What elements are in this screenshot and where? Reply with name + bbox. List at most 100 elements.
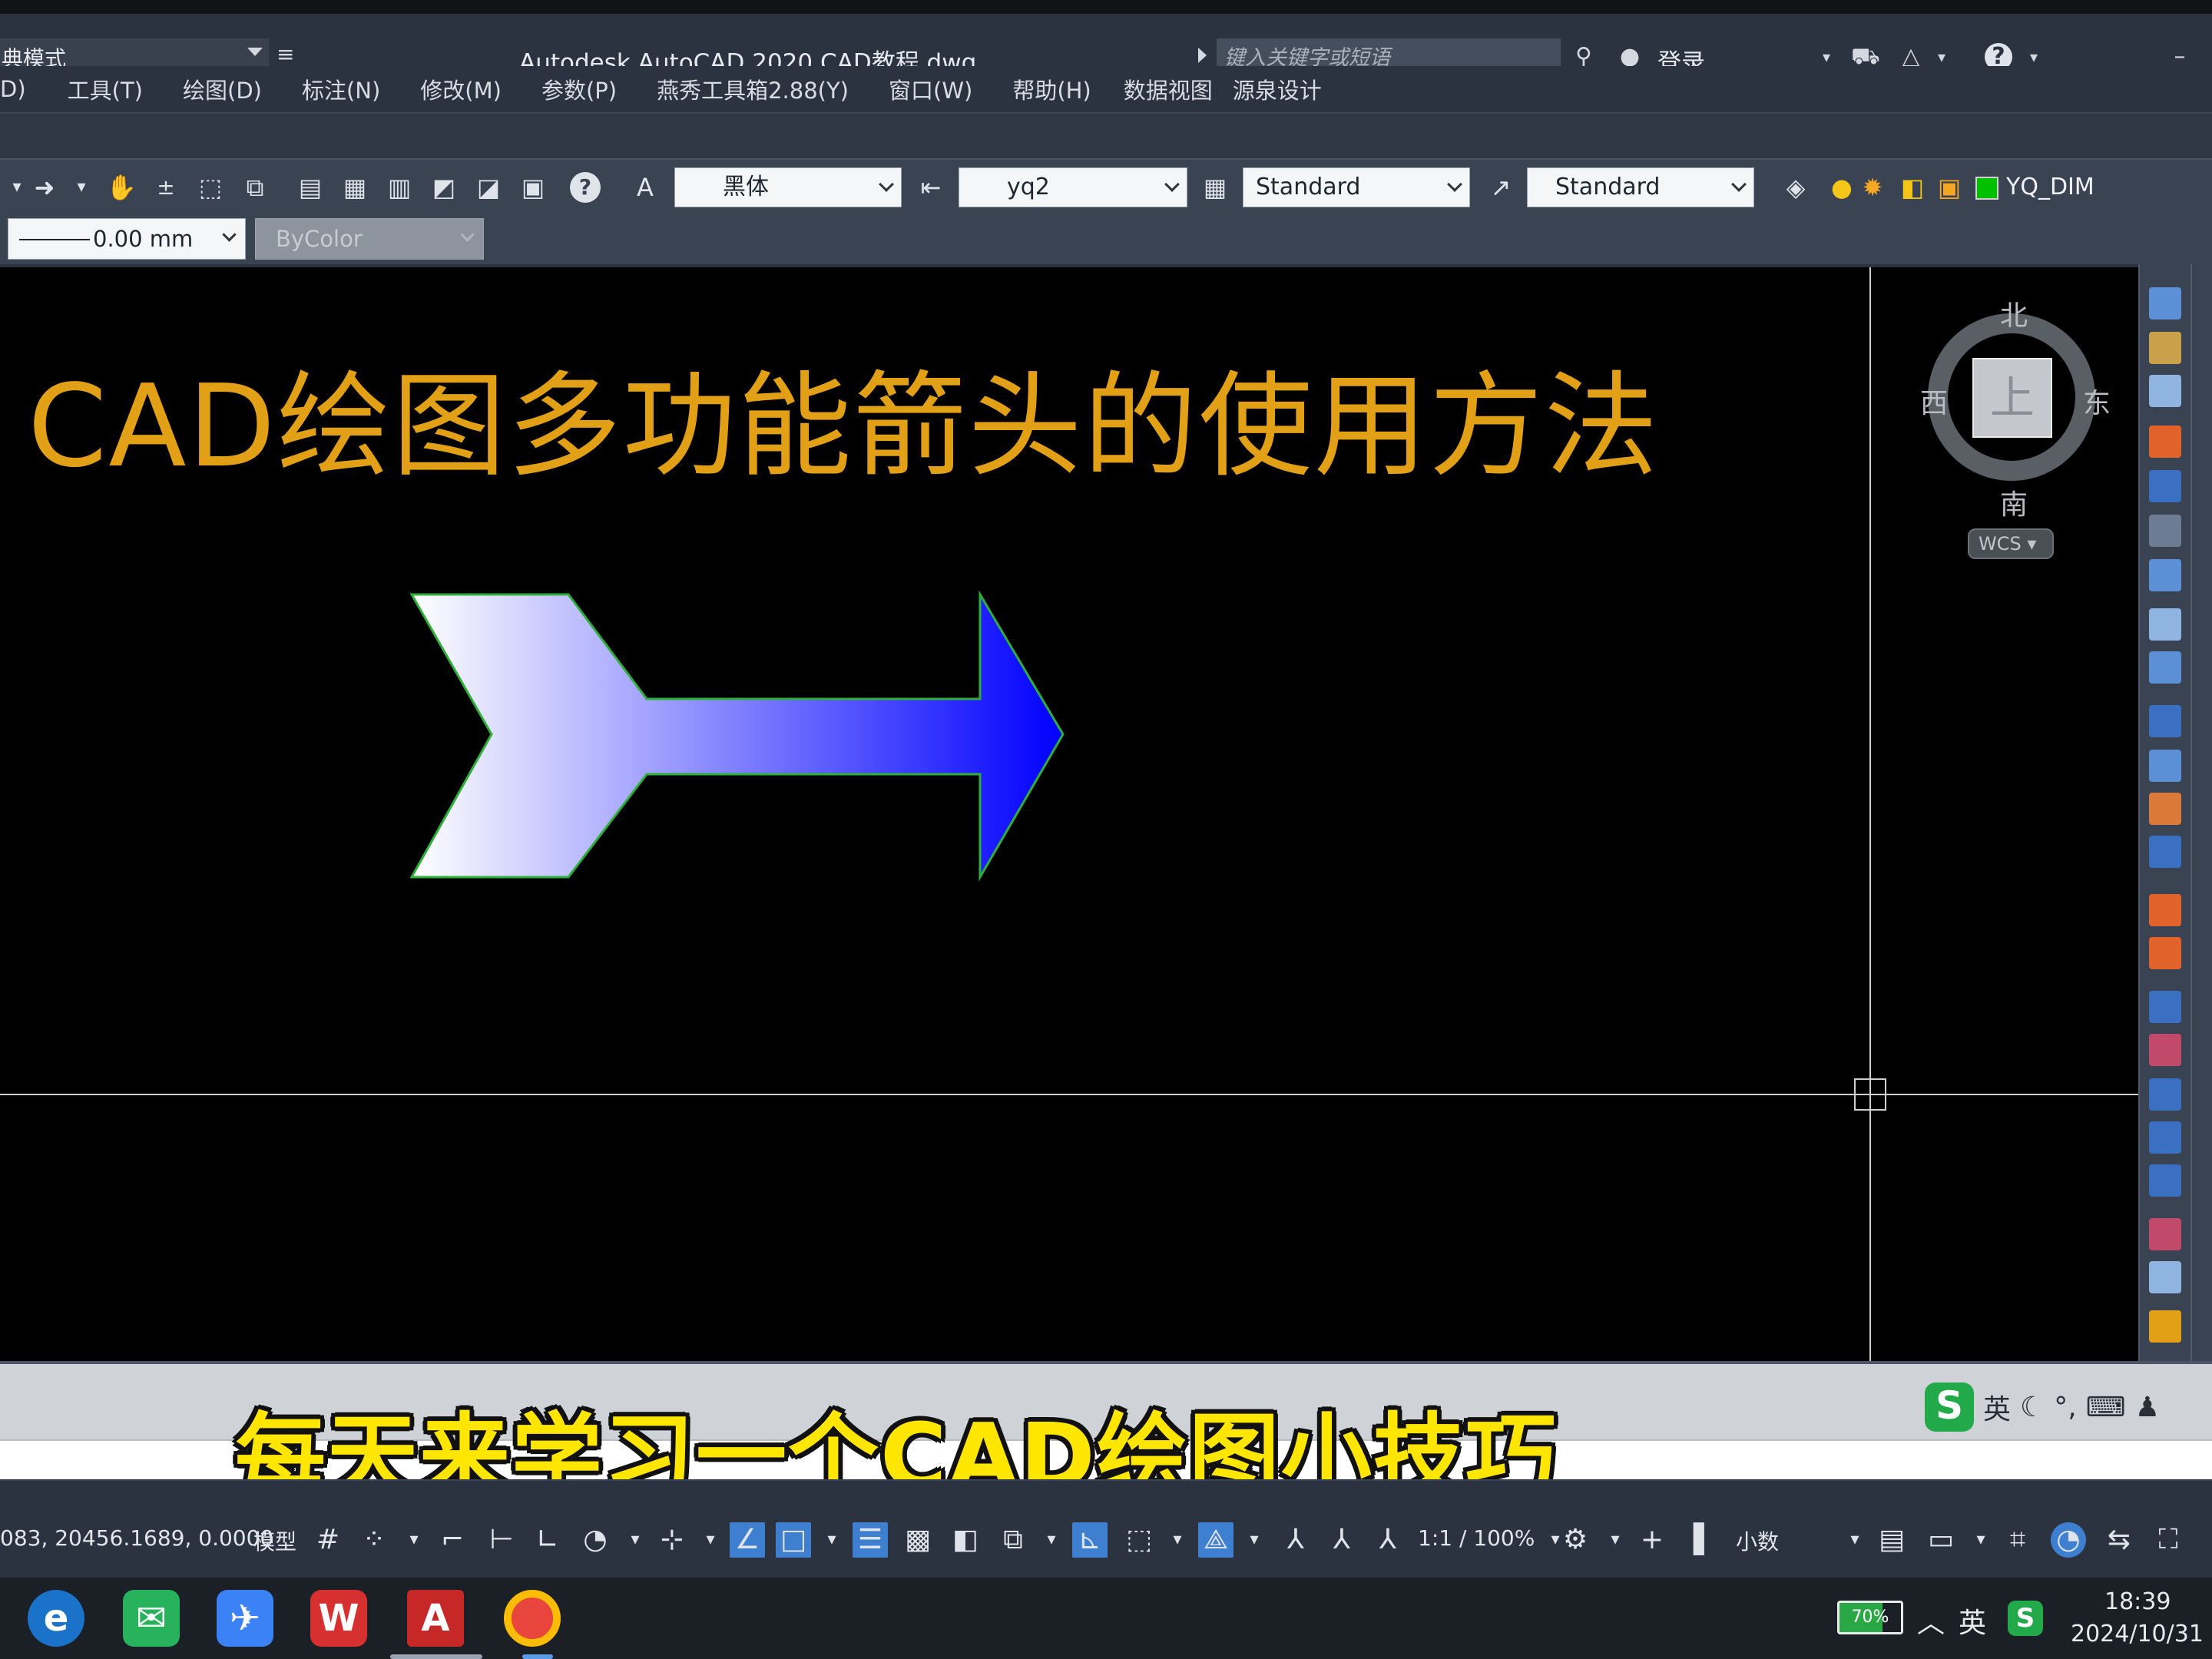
ime-toolbar[interactable]: S 英 ☾ °, ⌨ ♟ (1925, 1382, 2160, 1432)
line-tool-icon[interactable] (2149, 991, 2181, 1023)
lock-icon[interactable]: ▣ (1932, 171, 1966, 204)
chevron-down-icon[interactable]: ▾ (1237, 1522, 1272, 1558)
calculator-icon[interactable]: ▣ (516, 171, 550, 204)
plot-style-select[interactable]: ByColor (255, 218, 484, 260)
stretch-icon[interactable] (2149, 1218, 2181, 1250)
grid-tool-icon[interactable] (2149, 836, 2181, 868)
menu-item-window[interactable]: 窗口(W) (889, 73, 972, 105)
sogou-ime-logo[interactable]: S (1925, 1382, 1974, 1432)
ime-language-toggle[interactable]: 英 (1983, 1387, 2011, 1427)
chevron-down-icon[interactable]: ▾ (693, 1522, 728, 1558)
quick-access-customize-icon[interactable]: ≡ (276, 41, 294, 67)
keyboard-icon[interactable]: ⌨ (2086, 1392, 2126, 1423)
person-icon[interactable] (2149, 426, 2181, 458)
input-language-indicator[interactable]: 英 (1959, 1601, 1986, 1641)
freeze-viewport-icon[interactable]: ◧ (1896, 171, 1929, 204)
align-top-icon[interactable] (2149, 1078, 2181, 1111)
compass-west[interactable]: 西 (1920, 381, 1948, 421)
chinese-text-icon[interactable] (2149, 470, 2181, 502)
break-line-icon[interactable] (2149, 1034, 2181, 1066)
viewcube[interactable]: 上 北 南 西 东 (1920, 290, 2111, 544)
menu-item-data-view[interactable]: 数据视图 (1124, 73, 1213, 105)
chevron-down-icon[interactable]: ▾ (396, 1522, 432, 1558)
drawing-canvas[interactable]: CAD绘图多功能箭头的使用方法 上 北 南 西 东 WCS ▾ (0, 264, 2138, 1361)
menu-item-view[interactable]: D) (0, 76, 26, 102)
menu-item-dimension[interactable]: 标注(N) (302, 73, 380, 105)
annotation-scale-icon[interactable]: ⅄ (1370, 1522, 1406, 1558)
isolate-objects-icon[interactable]: ⌗ (2000, 1522, 2035, 1558)
menu-item-parametric[interactable]: 参数(P) (541, 73, 617, 105)
help-icon[interactable]: ? (570, 172, 601, 203)
align-bottom-icon[interactable] (2149, 1121, 2181, 1154)
customization-icon[interactable]: ⇆ (2101, 1522, 2137, 1558)
column-tool-icon[interactable] (2149, 1164, 2181, 1197)
measure-icon[interactable] (2149, 515, 2181, 547)
mountain-icon[interactable] (2149, 1261, 2181, 1293)
chevron-down-icon[interactable]: ▾ (1160, 1522, 1195, 1558)
moon-icon[interactable]: ☾ (2020, 1392, 2045, 1423)
compass-south[interactable]: 南 (2000, 482, 2028, 522)
chevron-down-icon[interactable]: ▾ (814, 1522, 849, 1558)
redo-icon[interactable]: ➜ (28, 171, 61, 204)
lock-ui-icon[interactable]: ▭ (1923, 1522, 1959, 1558)
multileader-style-select[interactable]: Standard (1527, 167, 1754, 207)
text-style-icon[interactable]: A (628, 171, 662, 204)
lineweight-select[interactable]: 0.00 mm (8, 218, 246, 260)
pencil-icon[interactable] (2149, 894, 2181, 926)
annotation-monitor-icon[interactable]: + (1634, 1522, 1670, 1558)
dimension-style-select[interactable]: yq2 (959, 167, 1187, 207)
table-style-icon[interactable]: ▦ (1198, 171, 1232, 204)
annotation-scale-value[interactable]: 1:1 / 100% (1418, 1525, 1535, 1551)
edge-icon[interactable]: e (28, 1590, 84, 1647)
units-icon[interactable]: ▌ (1687, 1522, 1722, 1558)
gradient-arrow-shape[interactable] (409, 590, 1065, 882)
tray-overflow-icon[interactable]: ︿ (1917, 1601, 1945, 1641)
pan-icon[interactable]: ✋ (104, 171, 138, 204)
chevron-down-icon[interactable]: ▾ (618, 1522, 653, 1558)
clock-date[interactable]: 2024/10/31 (2071, 1621, 2204, 1647)
auto-scale-icon[interactable]: ⅄ (1324, 1522, 1359, 1558)
sheet-set-icon[interactable]: ◩ (427, 171, 461, 204)
dynamic-ucs-icon[interactable]: ⊾ (1072, 1522, 1108, 1558)
design-center-icon[interactable]: ▦ (338, 171, 372, 204)
viewcube-top-face[interactable]: 上 (1972, 358, 2052, 438)
menu-item-tools[interactable]: 工具(T) (68, 73, 143, 105)
table-style-select[interactable]: Standard (1243, 167, 1470, 207)
snap-mode-icon[interactable]: ⁘ (356, 1522, 392, 1558)
hardware-acceleration-icon[interactable]: ◔ (2051, 1522, 2086, 1558)
markup-icon[interactable]: ◪ (472, 171, 505, 204)
autocad-icon[interactable]: A (407, 1590, 464, 1647)
compass-east[interactable]: 东 (2083, 381, 2111, 421)
isometric-drafting-icon[interactable]: ⊹ (654, 1522, 690, 1558)
object-snap-icon[interactable]: □ (776, 1522, 811, 1558)
table-tool-icon[interactable] (2149, 750, 2181, 782)
text-replace-icon[interactable] (2149, 608, 2181, 641)
sun-icon[interactable]: ✹ (1856, 171, 1889, 204)
chevron-down-icon[interactable]: ▾ (1963, 1522, 1998, 1558)
current-layer-name[interactable]: YQ_DIM (2006, 174, 2094, 200)
units-value[interactable]: 小数 (1736, 1525, 1779, 1556)
house-icon[interactable] (2149, 793, 2181, 825)
selection-cycling-icon[interactable]: ◧ (948, 1522, 983, 1558)
chevron-down-icon[interactable]: ▾ (65, 171, 98, 204)
svs-tool-icon[interactable] (2149, 287, 2181, 320)
hatch-grid-icon[interactable] (2149, 937, 2181, 969)
wechat-work-icon[interactable]: ✉ (123, 1590, 180, 1647)
tool-palettes-icon[interactable]: ▥ (382, 171, 416, 204)
menu-item-yuanquan[interactable]: 源泉设计 (1233, 73, 1322, 105)
3d-object-snap-icon[interactable]: ⧉ (995, 1522, 1031, 1558)
query-icon[interactable] (2149, 705, 2181, 737)
text-convert-icon[interactable] (2149, 651, 2181, 684)
transparency-icon[interactable]: ▩ (900, 1522, 935, 1558)
dynamic-input-icon[interactable]: ⊢ (484, 1522, 519, 1558)
user-icon[interactable]: ♟ (2135, 1392, 2160, 1423)
layer-properties-icon[interactable]: ◈ (1779, 171, 1813, 204)
chevron-down-icon[interactable]: ▾ (1837, 1522, 1873, 1558)
properties-icon[interactable]: ▤ (293, 171, 327, 204)
cursor-coordinates[interactable]: 083, 20456.1689, 0.0000 (0, 1525, 273, 1551)
text-style-select[interactable]: 黑体 (674, 167, 902, 207)
punctuation-icon[interactable]: °, (2054, 1392, 2076, 1423)
gizmo-icon[interactable]: ⟁ (1198, 1522, 1233, 1558)
annotation-visibility-icon[interactable]: ⅄ (1278, 1522, 1313, 1558)
compass-north[interactable]: 北 (2000, 293, 2028, 333)
